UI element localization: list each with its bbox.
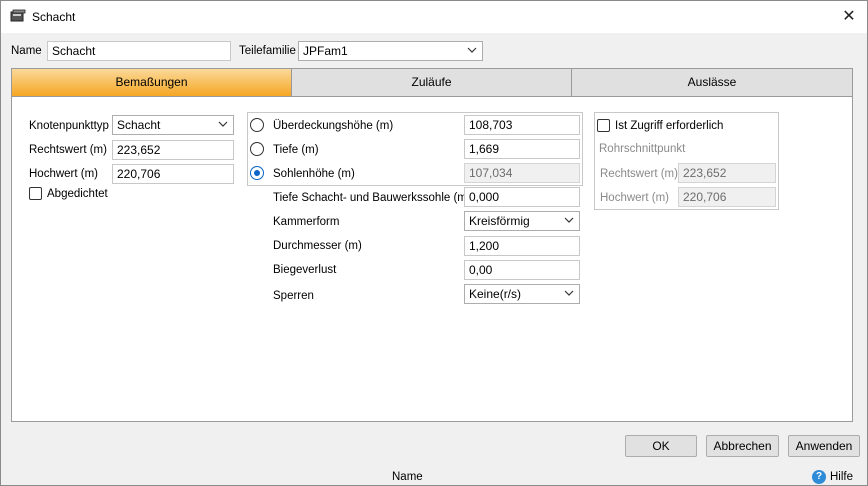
help-link[interactable]: Hilfe <box>830 471 853 483</box>
family-select[interactable]: JPFam1 <box>298 41 483 61</box>
apply-button[interactable]: Anwenden <box>788 435 860 457</box>
cover-height-label: Überdeckungshöhe (m) <box>273 120 394 132</box>
right-northing-input: 220,706 <box>678 187 776 207</box>
barriers-label: Sperren <box>273 290 314 302</box>
depth-input[interactable]: 1,669 <box>464 139 580 159</box>
tab-inlets[interactable]: Zuläufe <box>292 69 572 96</box>
cancel-button[interactable]: Abbrechen <box>706 435 779 457</box>
title-bar: Schacht ✕ <box>1 1 867 33</box>
shaft-depth-label: Tiefe Schacht- und Bauwerkssohle (m) <box>273 192 471 204</box>
northing-label: Hochwert (m) <box>29 168 99 180</box>
family-select-value: JPFam1 <box>303 44 348 58</box>
northing-input[interactable]: 220,706 <box>112 164 234 184</box>
status-name: Name <box>392 471 423 483</box>
barriers-select[interactable]: Keine(r/s) <box>464 284 580 304</box>
close-icon[interactable]: ✕ <box>839 7 859 27</box>
tab-outlets[interactable]: Auslässe <box>572 69 852 96</box>
tab-bar: Bemaßungen Zuläufe Auslässe <box>11 68 853 97</box>
node-type-value: Schacht <box>117 118 161 132</box>
bend-loss-label: Biegeverlust <box>273 264 337 276</box>
chevron-down-icon <box>564 217 574 223</box>
name-label: Name <box>11 45 42 57</box>
chamber-select[interactable]: Kreisförmig <box>464 211 580 231</box>
help-icon[interactable]: ? <box>812 470 826 484</box>
right-easting-label: Rechtswert (m) <box>600 168 678 180</box>
shaft-app-icon <box>10 9 26 22</box>
node-type-label: Knotenpunkttyp <box>29 120 109 132</box>
invert-input: 107,034 <box>464 163 580 183</box>
status-bar: Name ? Hilfe <box>1 466 867 486</box>
sealed-label: Abgedichtet <box>47 188 108 200</box>
right-northing-label: Hochwert (m) <box>600 192 670 204</box>
chevron-down-icon <box>218 121 228 127</box>
shaft-depth-input[interactable]: 0,000 <box>464 187 580 207</box>
cover-height-radio[interactable] <box>250 118 264 132</box>
invert-radio[interactable] <box>250 166 264 180</box>
depth-label: Tiefe (m) <box>273 144 319 156</box>
family-label: Teilefamilie <box>239 45 296 57</box>
access-label: Ist Zugriff erforderlich <box>615 120 724 132</box>
dialog-window: Schacht ✕ Name Schacht Teilefamilie JPFa… <box>0 0 868 486</box>
cover-height-input[interactable]: 108,703 <box>464 115 580 135</box>
easting-label: Rechtswert (m) <box>29 144 107 156</box>
sealed-checkbox[interactable] <box>29 187 42 200</box>
chamber-label: Kammerform <box>273 216 340 228</box>
easting-input[interactable]: 223,652 <box>112 140 234 160</box>
chevron-down-icon <box>564 290 574 296</box>
window-title: Schacht <box>32 10 76 24</box>
node-type-select[interactable]: Schacht <box>112 115 234 135</box>
barriers-value: Keine(r/s) <box>469 287 522 301</box>
chamber-value: Kreisförmig <box>469 214 530 228</box>
tab-dimensions[interactable]: Bemaßungen <box>12 69 292 96</box>
ok-button[interactable]: OK <box>625 435 697 457</box>
name-input[interactable]: Schacht <box>47 41 231 61</box>
right-easting-input: 223,652 <box>678 163 776 183</box>
access-checkbox[interactable] <box>597 119 610 132</box>
bend-loss-input[interactable]: 0,00 <box>464 260 580 280</box>
pipe-section-label: Rohrschnittpunkt <box>599 143 686 155</box>
diameter-input[interactable]: 1,200 <box>464 236 580 256</box>
diameter-label: Durchmesser (m) <box>273 240 362 252</box>
depth-radio[interactable] <box>250 142 264 156</box>
invert-label: Sohlenhöhe (m) <box>273 168 355 180</box>
chevron-down-icon <box>467 47 477 53</box>
